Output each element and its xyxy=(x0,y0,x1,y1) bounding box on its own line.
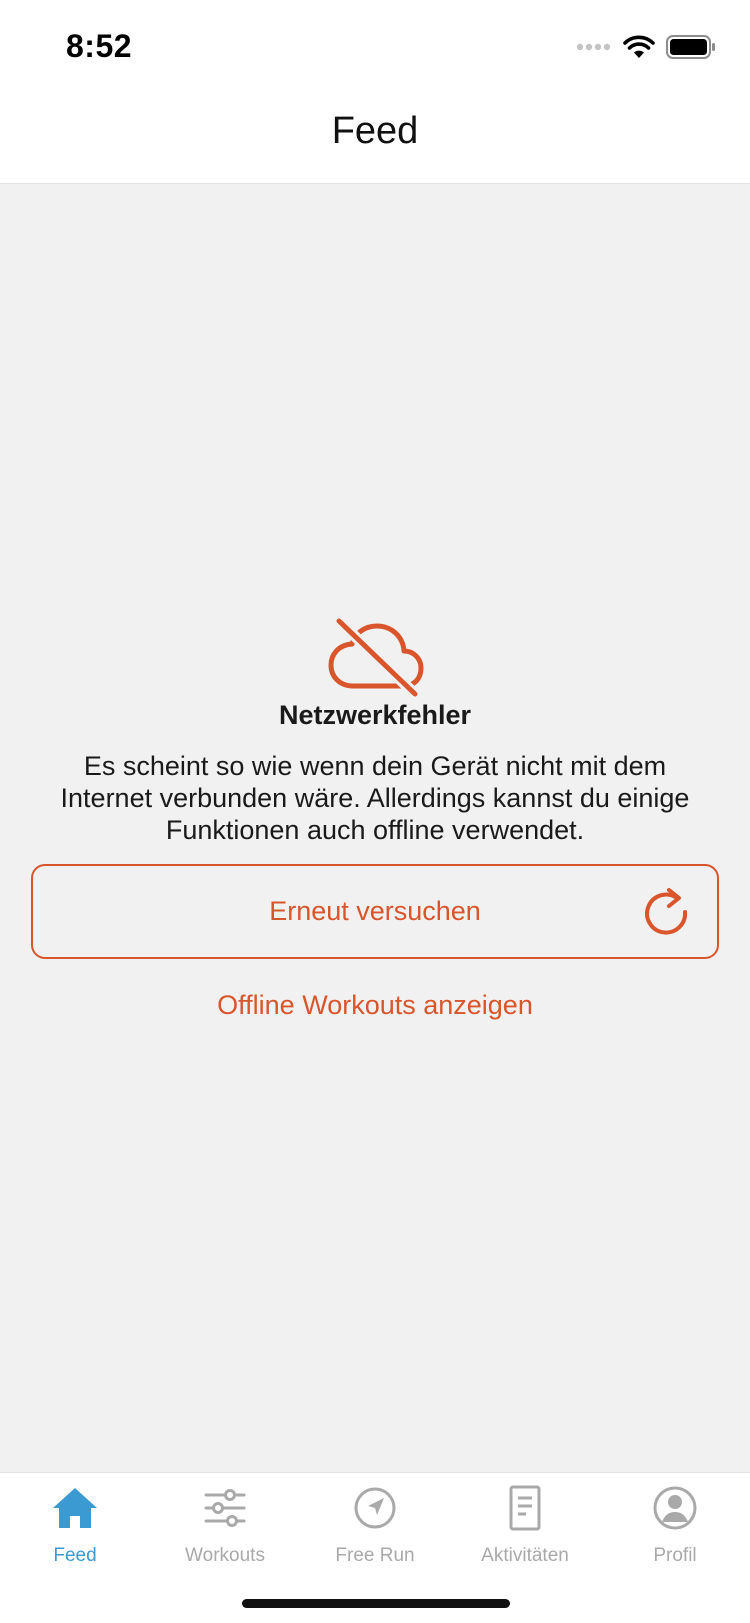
error-message: Es scheint so wie wenn dein Gerät nicht … xyxy=(60,751,690,845)
tab-workouts[interactable]: Workouts xyxy=(150,1473,300,1583)
tab-profile[interactable]: Profil xyxy=(600,1473,750,1583)
retry-button[interactable]: Erneut versuchen xyxy=(31,864,719,959)
feed-content: Netzwerkfehler Es scheint so wie wenn de… xyxy=(0,184,750,1472)
navigation-bar: Feed xyxy=(0,92,750,184)
status-bar: 8:52 xyxy=(0,0,750,92)
battery-icon xyxy=(666,35,715,59)
cloud-offline-icon xyxy=(328,617,424,698)
wifi-icon xyxy=(623,35,655,58)
navigation-icon xyxy=(354,1487,396,1529)
tab-label: Workouts xyxy=(185,1545,265,1566)
user-icon xyxy=(653,1486,697,1530)
tab-free-run[interactable]: Free Run xyxy=(300,1473,450,1583)
sliders-icon xyxy=(204,1489,246,1527)
tab-label: Free Run xyxy=(335,1545,415,1566)
refresh-icon xyxy=(645,888,688,935)
page-title: Feed xyxy=(331,110,419,152)
tab-feed[interactable]: Feed xyxy=(0,1473,150,1583)
home-icon xyxy=(53,1488,97,1528)
tab-label: Aktivitäten xyxy=(481,1545,569,1566)
status-icons xyxy=(576,34,716,60)
offline-workouts-link[interactable]: Offline Workouts anzeigen xyxy=(0,990,750,1021)
status-time: 8:52 xyxy=(66,28,133,64)
error-title: Netzwerkfehler xyxy=(278,700,472,730)
tab-bar: Feed Workouts Free Run Aktivitäten Profi… xyxy=(0,1472,750,1623)
tab-label: Profil xyxy=(653,1545,697,1566)
tab-label: Feed xyxy=(53,1545,97,1566)
document-icon xyxy=(509,1485,541,1531)
retry-button-label: Erneut versuchen xyxy=(269,896,481,926)
home-indicator xyxy=(242,1599,510,1608)
signal-dots-icon xyxy=(576,43,611,51)
tab-activities[interactable]: Aktivitäten xyxy=(450,1473,600,1583)
